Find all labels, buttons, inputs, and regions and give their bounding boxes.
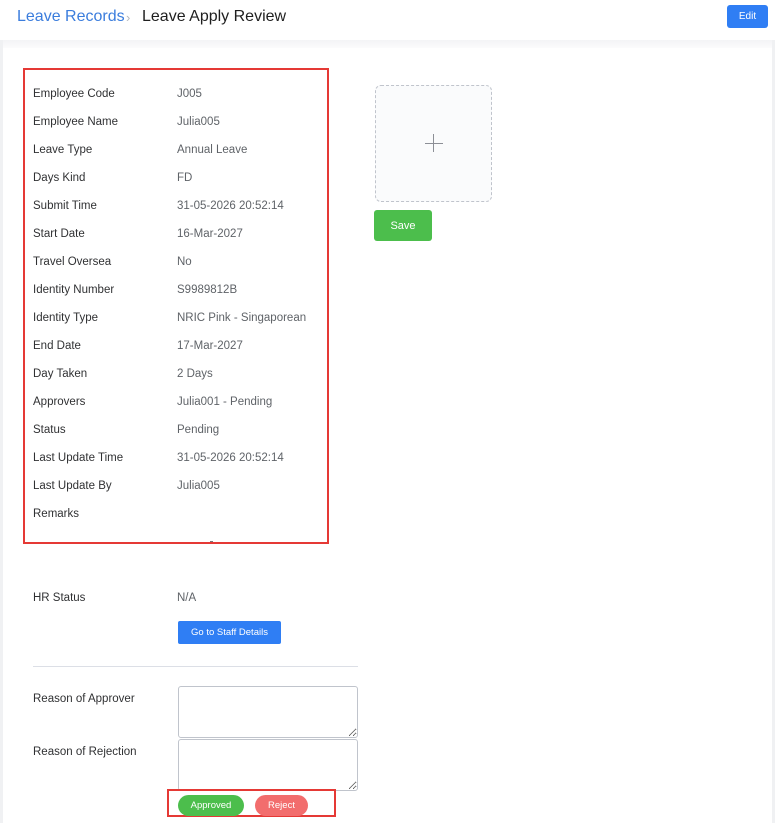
detail-label: Submit Time [33,200,97,212]
reason-of-approver-input[interactable] [178,686,358,738]
hr-status-value: N/A [177,592,197,604]
detail-value: S9989812B [177,284,238,296]
scroll-marker [210,541,213,542]
detail-value: FD [177,172,193,184]
detail-label: Identity Number [33,284,115,296]
header-divider [0,40,775,48]
detail-value: Pending [177,424,220,436]
reason-of-rejection-input[interactable] [178,739,358,791]
section-divider [33,666,358,667]
detail-label: Employee Name [33,116,119,128]
breadcrumb-chevron-icon: › [126,10,131,25]
detail-value: J005 [177,88,202,100]
detail-value: 2 Days [177,368,213,380]
reject-button[interactable]: Reject [255,795,308,816]
detail-label: Start Date [33,228,85,240]
detail-label: Approvers [33,396,86,408]
hr-status-label: HR Status [33,592,86,604]
detail-label: Remarks [33,508,80,520]
detail-value: No [177,256,192,268]
go-to-staff-details-button[interactable]: Go to Staff Details [178,621,281,644]
reason-of-approver-label: Reason of Approver [33,693,135,705]
detail-value: 17-Mar-2027 [177,340,243,352]
detail-value: Annual Leave [177,144,248,156]
detail-label: Travel Oversea [33,256,112,268]
reason-of-rejection-label: Reason of Rejection [33,746,137,758]
detail-label: End Date [33,340,81,352]
attachment-upload-box[interactable] [375,85,492,202]
detail-label: Day Taken [33,368,88,380]
detail-label: Last Update Time [33,452,124,464]
leave-details-highlight [23,68,329,544]
detail-label: Status [33,424,66,436]
save-button[interactable]: Save [374,210,432,241]
edit-button[interactable]: Edit [727,5,768,28]
detail-label: Leave Type [33,144,93,156]
detail-value: 31-05-2026 20:52:14 [177,452,284,464]
detail-value: Julia005 [177,116,220,128]
detail-value: 16-Mar-2027 [177,228,243,240]
top-bar: Leave Records › Leave Apply Review Edit [0,0,775,40]
detail-value: Julia001 - Pending [177,396,273,408]
detail-value: 31-05-2026 20:52:14 [177,200,284,212]
detail-value: Julia005 [177,480,220,492]
left-border [0,40,3,823]
page-title: Leave Apply Review [142,8,287,25]
detail-label: Last Update By [33,480,112,492]
detail-label: Employee Code [33,88,115,100]
detail-value: NRIC Pink - Singaporean [177,312,307,324]
detail-label: Days Kind [33,172,86,184]
detail-label: Identity Type [33,312,98,324]
approve-button[interactable]: Approved [178,795,244,816]
breadcrumb-leave-records-link[interactable]: Leave Records [17,8,125,26]
